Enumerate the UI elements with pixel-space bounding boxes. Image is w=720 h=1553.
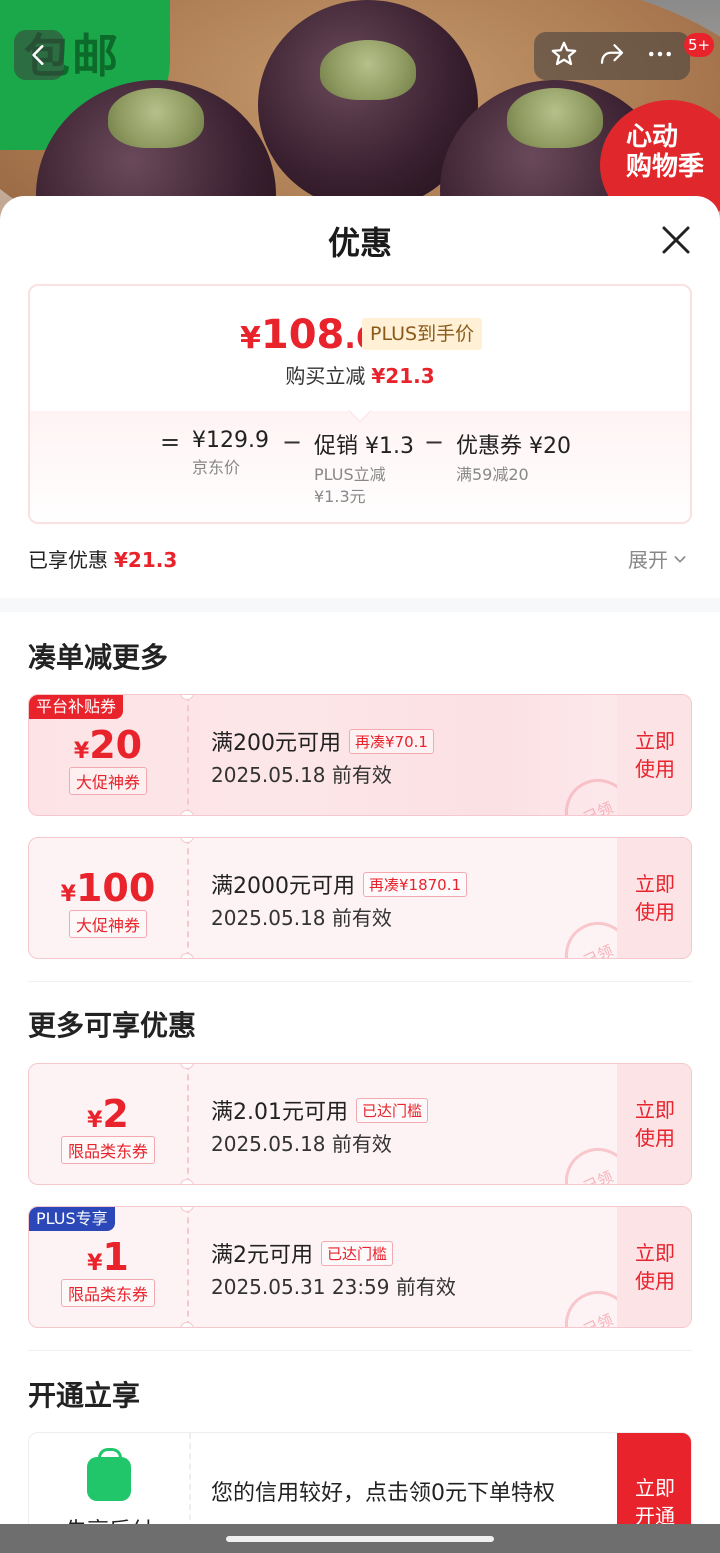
coupon-expiry: 2025.05.18 前有效	[211, 906, 392, 930]
final-price: ¥108.6	[240, 312, 377, 358]
coupon-condition: 满2000元可用 再凑¥1870.1	[211, 868, 468, 900]
coupon-gap-pill: 再凑¥1870.1	[363, 871, 468, 897]
coupon-type: 大促神券	[68, 910, 147, 938]
coupon-expiry: 2025.05.18 前有效	[211, 763, 392, 787]
section-divider	[0, 598, 720, 612]
expand-button[interactable]: 展开	[628, 544, 688, 573]
sheet-title: 优惠	[327, 224, 392, 262]
top-action-group	[534, 32, 690, 80]
breakdown-base-price: ¥129.9 京东价	[192, 428, 269, 477]
chevron-left-icon	[32, 45, 44, 65]
coupon-card: ¥2 限品类东券 满2.01元可用 已达门槛 2025.05.18 前有效 已领 …	[28, 1063, 692, 1185]
coupon-type: 大促神券	[68, 767, 147, 795]
coupon-condition: 满200元可用 再凑¥70.1	[211, 725, 434, 757]
coupon-amount: ¥1	[87, 1235, 129, 1279]
share-button[interactable]	[597, 39, 627, 73]
breakdown-promotion: 促销 ¥1.3 PLUS立减 ¥1.3元	[314, 434, 414, 506]
coupon-type: 限品类东券	[60, 1136, 155, 1164]
back-button[interactable]	[14, 30, 64, 80]
coupon-condition: 满2元可用 已达门槛	[211, 1237, 394, 1269]
more-dots-icon	[649, 51, 671, 57]
enjoyed-discount: 已享优惠 ¥21.3	[28, 548, 178, 572]
discount-sheet: 优惠 ¥108.6 PLUS到手价 购买立减 ¥21.3 = ¥129.9 京东价…	[0, 196, 720, 1553]
minus-sign: −	[424, 428, 445, 456]
coupon-expiry: 2025.05.18 前有效	[211, 1132, 392, 1156]
threshold-met-pill: 已达门槛	[356, 1097, 429, 1123]
subsidy-tag: 平台补贴券	[29, 695, 124, 719]
use-now-button[interactable]: 立即 使用	[617, 1207, 691, 1327]
pay-later-description: 您的信用较好，点击领0元下单特权	[211, 1481, 555, 1506]
notification-badge: 5+	[684, 33, 715, 57]
coupon-card: 平台补贴券 ¥20 大促神券 满200元可用 再凑¥70.1 2025.05.18…	[28, 694, 692, 816]
plus-exclusive-tag: PLUS专享	[29, 1207, 115, 1231]
minus-sign: −	[282, 428, 303, 456]
coupon-amount: ¥2	[87, 1092, 129, 1136]
shopping-bag-icon	[87, 1448, 131, 1501]
favorite-button[interactable]	[549, 39, 579, 73]
more-button[interactable]	[645, 39, 675, 73]
use-now-button[interactable]: 立即 使用	[617, 695, 691, 815]
close-icon	[662, 226, 690, 254]
coupon-card: PLUS专享 ¥1 限品类东券 满2元可用 已达门槛 2025.05.31 23:…	[28, 1206, 692, 1328]
purchase-reduction: 购买立减 ¥21.3	[285, 364, 435, 388]
coupon-expiry: 2025.05.31 23:59 前有效	[211, 1275, 456, 1299]
coupon-card: ¥100 大促神券 满2000元可用 再凑¥1870.1 2025.05.18 前…	[28, 837, 692, 959]
coupon-amount: ¥100	[60, 866, 156, 910]
close-button[interactable]	[656, 220, 696, 260]
breakdown-coupon: 优惠券 ¥20 满59减20	[456, 434, 571, 484]
chevron-down-icon	[674, 555, 686, 562]
use-now-button[interactable]: 立即 使用	[617, 838, 691, 958]
threshold-met-pill: 已达门槛	[321, 1240, 394, 1266]
home-indicator[interactable]	[226, 1536, 494, 1542]
price-summary-card: ¥108.6 PLUS到手价 购买立减 ¥21.3 = ¥129.9 京东价 − …	[28, 284, 692, 524]
plus-price-tag: PLUS到手价	[362, 318, 483, 350]
section-title-more-offers: 更多可享优惠	[28, 1009, 197, 1042]
coupon-gap-pill: 再凑¥70.1	[349, 728, 434, 754]
coupon-type: 限品类东券	[60, 1279, 155, 1307]
section-title-open: 开通立享	[28, 1379, 141, 1412]
section-title-more-items: 凑单减更多	[28, 641, 169, 674]
star-icon	[551, 41, 577, 66]
share-icon	[600, 44, 624, 64]
coupon-condition: 满2.01元可用 已达门槛	[211, 1094, 429, 1126]
coupon-amount: ¥20	[73, 723, 143, 767]
equals-sign: =	[160, 428, 181, 456]
use-now-button[interactable]: 立即 使用	[617, 1064, 691, 1184]
